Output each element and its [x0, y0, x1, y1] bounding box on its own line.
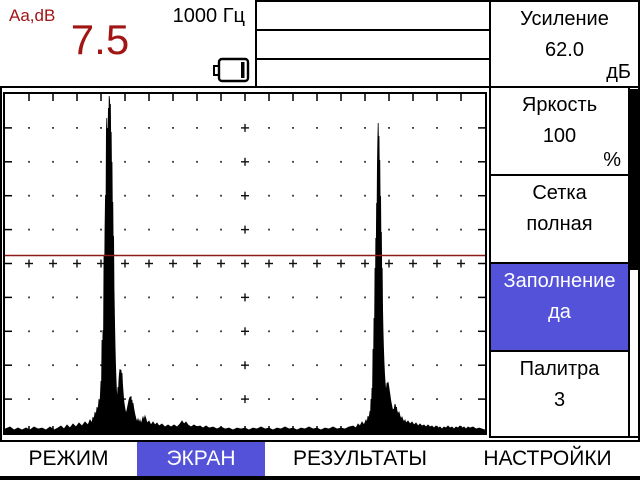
menu-item-label: НАСТРОЙКИ: [483, 447, 611, 471]
sidebar-item-fill[interactable]: Заполнение да: [489, 262, 630, 352]
sidebar-scrollbar-thumb[interactable]: [630, 89, 638, 270]
sidebar-item-grid[interactable]: Сетка полная: [489, 174, 630, 264]
measure-box-1: [255, 0, 491, 31]
palette-label: Палитра: [491, 357, 628, 381]
menu-item-rezhim[interactable]: РЕЖИМ: [0, 442, 137, 476]
ascan-svg: [5, 94, 485, 433]
menu-item-rezultaty[interactable]: РЕЗУЛЬТАТЫ: [265, 442, 455, 476]
gain-label: Усиление: [491, 7, 638, 31]
menu-item-ekran[interactable]: ЭКРАН: [137, 442, 265, 476]
palette-value: 3: [491, 388, 628, 412]
measure-value: 7.5: [50, 16, 150, 64]
measure-box-2: [255, 29, 491, 60]
measurement-readout: Aa,dB 7.5 1000 Гц: [0, 0, 255, 88]
menu-item-nastroyki[interactable]: НАСТРОЙКИ: [455, 442, 640, 476]
sidebar-item-gain[interactable]: Усиление 62.0 дБ: [489, 0, 640, 88]
battery-icon: [213, 57, 251, 83]
brightness-value: 100: [491, 124, 628, 148]
gain-unit: дБ: [606, 61, 631, 84]
brightness-label: Яркость: [491, 93, 628, 117]
fill-value: да: [491, 300, 628, 324]
grid-label: Сетка: [491, 181, 628, 205]
flaw-detector-screen: Aa,dB 7.5 1000 Гц Усиление 62.0 дБ Яркос…: [0, 0, 640, 480]
menu-item-label: ЭКРАН: [166, 447, 235, 471]
grid-value: полная: [491, 212, 628, 236]
measure-mode-label: Aa,dB: [9, 6, 55, 26]
ascan-plot: [3, 92, 487, 435]
menu-item-label: РЕЖИМ: [29, 447, 109, 471]
measure-box-3: [255, 58, 491, 88]
menu-item-label: РЕЗУЛЬТАТЫ: [293, 447, 427, 471]
gain-value: 62.0: [491, 38, 638, 62]
sidebar-item-palette[interactable]: Палитра 3: [489, 350, 630, 438]
brightness-unit: %: [603, 149, 621, 172]
frequency-readout: 1000 Гц: [173, 5, 245, 28]
fill-label: Заполнение: [491, 269, 628, 293]
sidebar-item-brightness[interactable]: Яркость 100 %: [489, 86, 630, 176]
header-separator: [0, 86, 491, 88]
bottom-menu: РЕЖИМ ЭКРАН РЕЗУЛЬТАТЫ НАСТРОЙКИ: [0, 440, 640, 480]
